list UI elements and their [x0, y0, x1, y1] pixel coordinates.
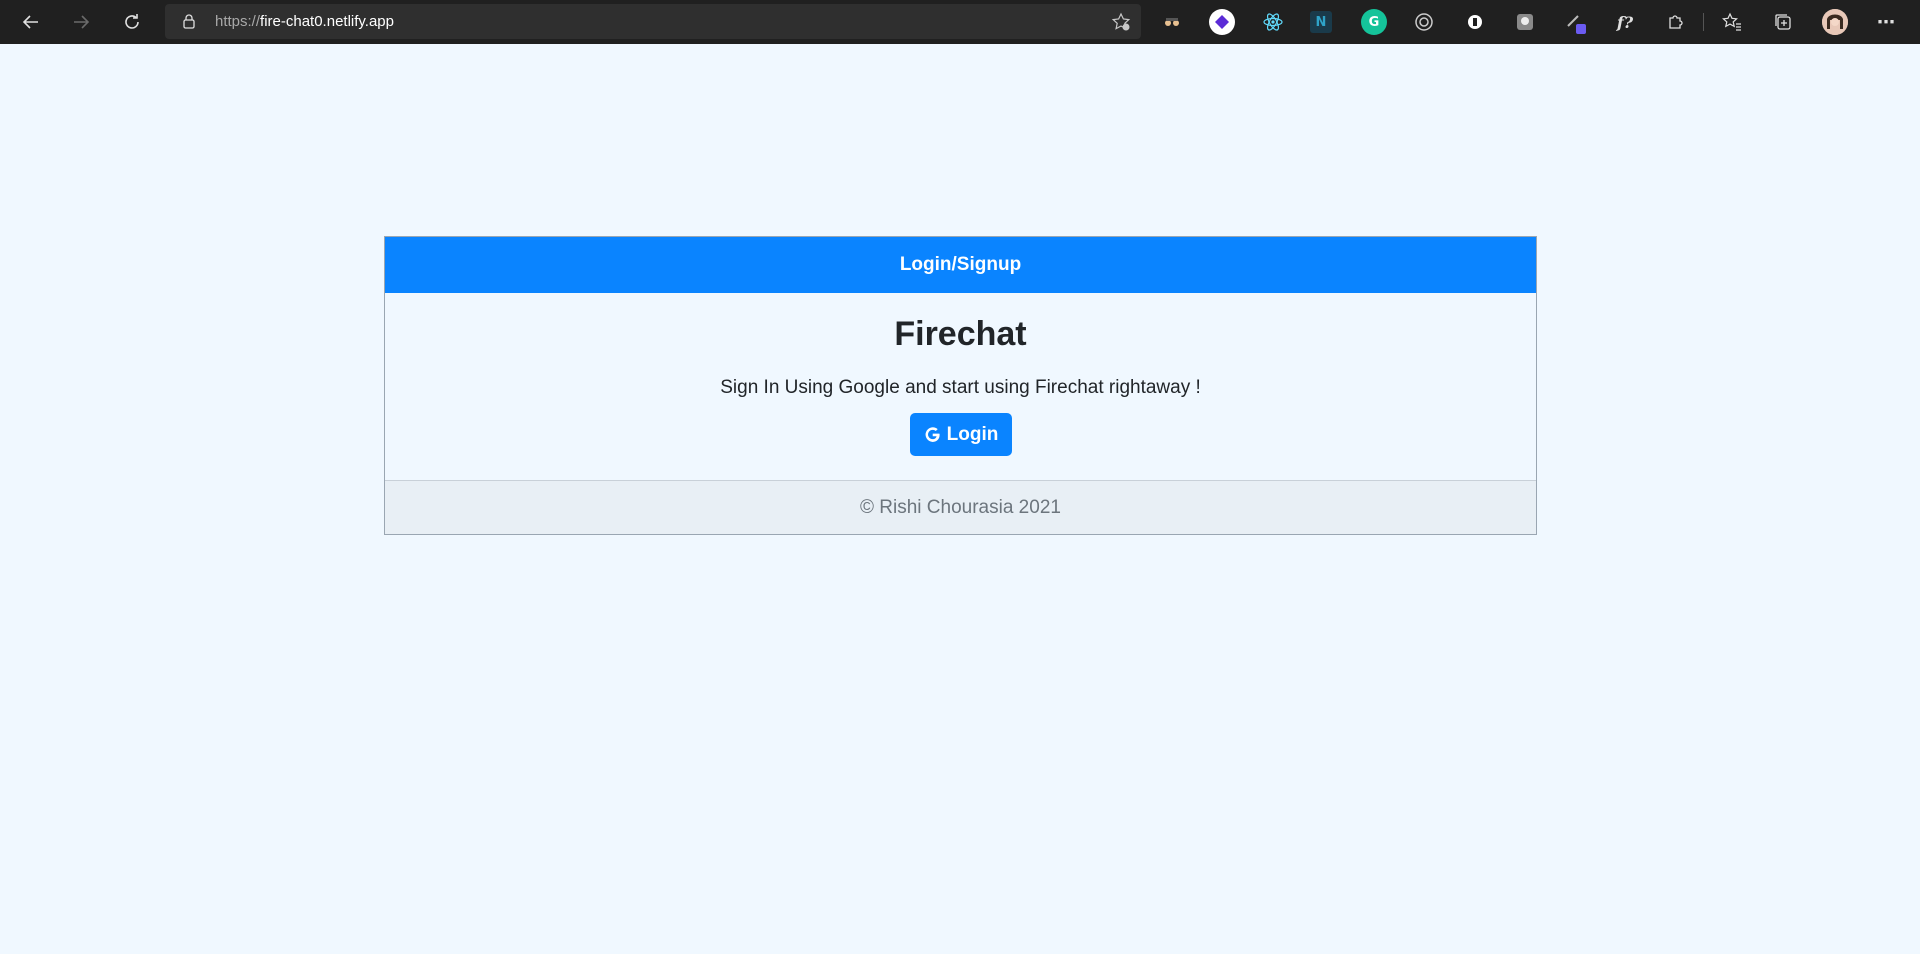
- url-host: fire-chat0.netlify.app: [260, 13, 394, 30]
- card-footer: © Rishi Chourasia 2021: [385, 480, 1536, 534]
- more-options-icon[interactable]: ⋯: [1873, 9, 1899, 35]
- grammarly-extension-icon[interactable]: G: [1361, 9, 1387, 35]
- google-g-icon: [925, 427, 940, 442]
- card-header: Login/Signup: [385, 237, 1536, 293]
- toolbar-divider: [1703, 13, 1704, 31]
- url-text[interactable]: https://fire-chat0.netlify.app: [215, 13, 394, 30]
- formula-extension-icon[interactable]: f?: [1612, 9, 1638, 35]
- browser-toolbar: https://fire-chat0.netlify.app N G f? ⋯: [0, 0, 1920, 44]
- collections-icon[interactable]: [1770, 9, 1796, 35]
- notion-n-extension-icon[interactable]: N: [1310, 11, 1332, 33]
- white-circle-extension-icon[interactable]: [1462, 9, 1488, 35]
- add-favorite-icon[interactable]: [1111, 12, 1131, 32]
- back-button[interactable]: [13, 4, 49, 40]
- url-protocol: https://: [215, 13, 261, 30]
- react-devtools-extension-icon[interactable]: [1260, 9, 1286, 35]
- refresh-button[interactable]: [114, 4, 150, 40]
- favorites-icon[interactable]: [1719, 9, 1745, 35]
- pen-extension-icon[interactable]: [1563, 9, 1589, 35]
- grey-square-extension-icon[interactable]: [1512, 9, 1538, 35]
- forward-button[interactable]: [63, 4, 99, 40]
- refresh-icon: [125, 14, 139, 29]
- card-description: Sign In Using Google and start using Fir…: [720, 377, 1201, 398]
- back-arrow-icon: [22, 15, 38, 29]
- address-bar[interactable]: https://fire-chat0.netlify.app: [165, 4, 1141, 39]
- card-body: Firechat Sign In Using Google and start …: [385, 293, 1536, 480]
- login-card: Login/Signup Firechat Sign In Using Goog…: [384, 236, 1537, 535]
- target-circle-extension-icon[interactable]: [1411, 9, 1437, 35]
- page-title: Firechat: [894, 315, 1027, 353]
- login-label: Login: [946, 423, 999, 445]
- google-login-button[interactable]: Login: [910, 413, 1012, 456]
- forward-arrow-icon: [74, 15, 90, 29]
- profile-avatar[interactable]: [1822, 9, 1848, 35]
- lock-icon: [183, 14, 195, 29]
- purple-diamond-extension-icon[interactable]: [1209, 9, 1235, 35]
- extensions-puzzle-icon[interactable]: [1663, 9, 1689, 35]
- spy-glasses-extension-icon[interactable]: [1159, 9, 1185, 35]
